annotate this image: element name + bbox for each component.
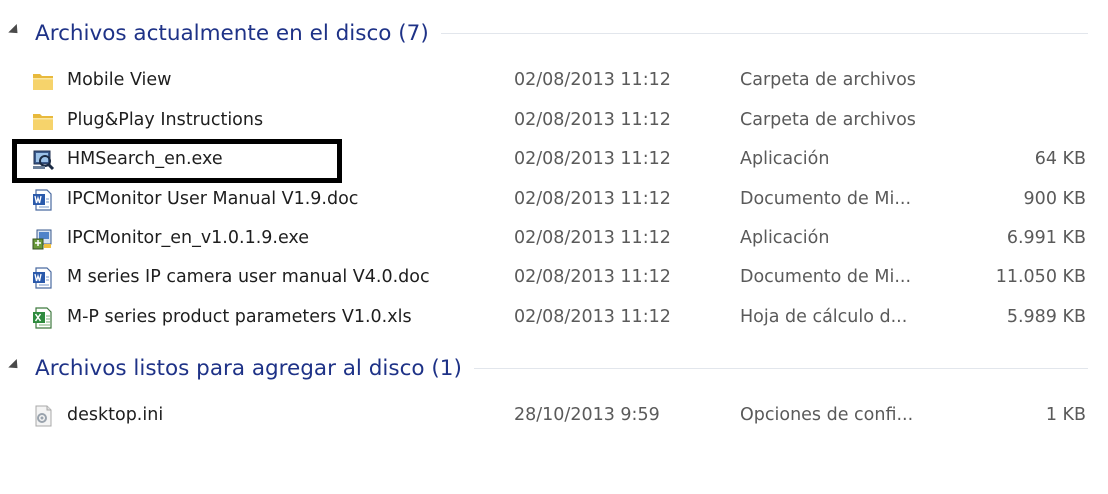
file-type: Opciones de confi... [740,405,914,425]
excel-sheet-icon [31,306,55,330]
file-type: Aplicación [740,149,830,169]
file-date: 02/08/2013 11:12 [514,149,671,169]
file-type: Aplicación [740,228,830,248]
collapse-arrow-icon[interactable] [8,358,22,372]
folder-icon [31,69,55,93]
file-date: 02/08/2013 11:12 [514,189,671,209]
settings-file-icon [31,404,55,428]
file-size: 5.989 KB [1006,307,1086,327]
file-row-desktop-ini[interactable]: desktop.ini 28/10/2013 9:59 Opciones de … [0,396,1108,434]
file-date: 02/08/2013 11:12 [514,228,671,248]
file-type: Carpeta de archivos [740,70,916,90]
file-name: IPCMonitor User Manual V1.9.doc [67,189,359,209]
file-name: Plug&Play Instructions [67,110,264,130]
group-title: Archivos listos para agregar al disco (1… [35,355,474,381]
file-row-plug-play-instructions[interactable]: Plug&Play Instructions 02/08/2013 11:12 … [0,101,1108,139]
installer-icon [31,227,55,251]
file-type: Carpeta de archivos [740,110,916,130]
group-header-current-files[interactable]: Archivos actualmente en el disco (7) [0,13,1108,53]
file-row-ipcmonitor-manual[interactable]: IPCMonitor User Manual V1.9.doc 02/08/20… [0,180,1108,218]
file-size: 64 KB [1034,149,1086,169]
file-row-mobile-view[interactable]: Mobile View 02/08/2013 11:12 Carpeta de … [0,61,1108,99]
file-row-m-series-manual[interactable]: M series IP camera user manual V4.0.doc … [0,258,1108,296]
file-date: 02/08/2013 11:12 [514,307,671,327]
collapse-arrow-icon[interactable] [8,23,22,37]
file-size: 1 KB [1045,405,1086,425]
file-name: IPCMonitor_en_v1.0.1.9.exe [67,228,310,248]
file-size: 11.050 KB [995,267,1086,287]
file-name: desktop.ini [67,405,164,425]
file-size: 6.991 KB [1006,228,1086,248]
file-name: M series IP camera user manual V4.0.doc [67,267,430,287]
file-row-ipcmonitor-exe[interactable]: IPCMonitor_en_v1.0.1.9.exe 02/08/2013 11… [0,219,1108,257]
group-header-pending-files[interactable]: Archivos listos para agregar al disco (1… [0,348,1108,388]
file-date: 02/08/2013 11:12 [514,70,671,90]
file-size: 900 KB [1023,189,1086,209]
word-doc-icon [31,188,55,212]
file-date: 28/10/2013 9:59 [514,405,660,425]
highlight-box [12,139,342,183]
file-date: 02/08/2013 11:12 [514,110,671,130]
file-row-m-p-parameters[interactable]: M-P series product parameters V1.0.xls 0… [0,298,1108,336]
file-type: Documento de Mi... [740,267,912,287]
file-name: M-P series product parameters V1.0.xls [67,307,412,327]
file-type: Hoja de cálculo d... [740,307,908,327]
word-doc-icon [31,266,55,290]
file-date: 02/08/2013 11:12 [514,267,671,287]
folder-icon [31,109,55,133]
group-title: Archivos actualmente en el disco (7) [35,20,441,46]
file-type: Documento de Mi... [740,189,912,209]
file-name: Mobile View [67,70,172,90]
